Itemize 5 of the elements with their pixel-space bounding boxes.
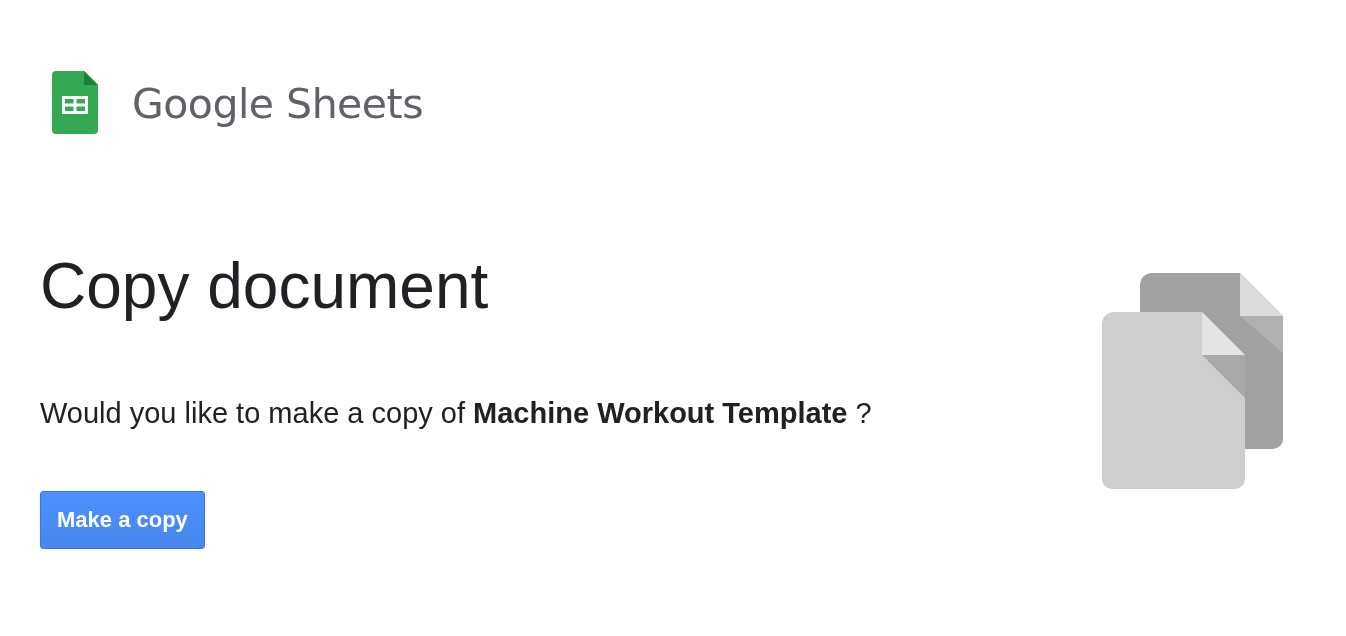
spreadsheet-icon bbox=[52, 71, 98, 134]
page-heading: Copy document bbox=[40, 250, 489, 322]
make-copy-button[interactable]: Make a copy bbox=[40, 491, 205, 549]
copy-prompt: Would you like to make a copy of Machine Workout Template ? bbox=[40, 396, 872, 430]
product-name: Google Sheets bbox=[132, 84, 423, 125]
